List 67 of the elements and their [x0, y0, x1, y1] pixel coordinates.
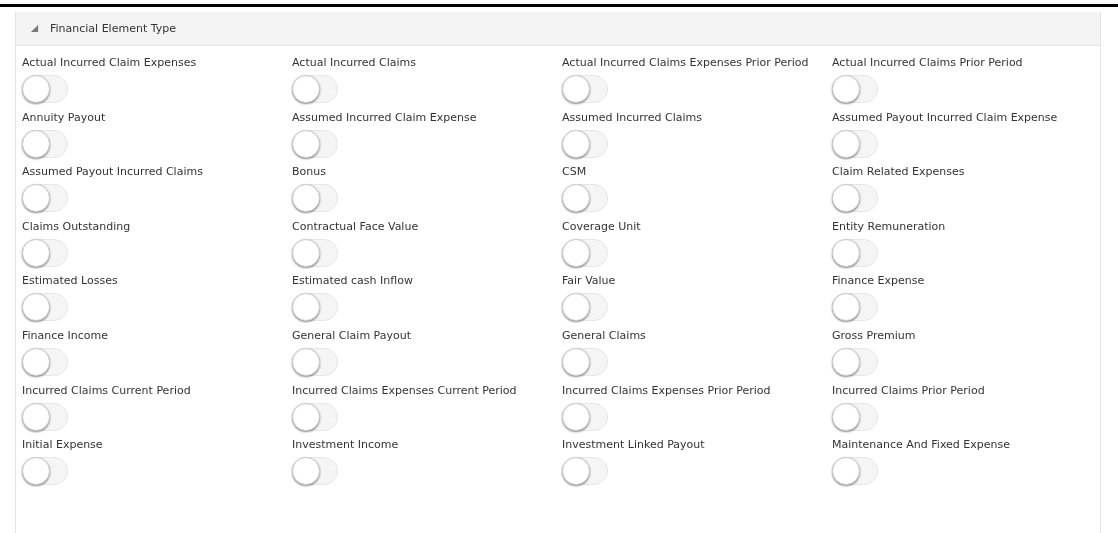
- switch-label: Contractual Face Value: [292, 219, 419, 234]
- collapse-icon[interactable]: [30, 24, 39, 33]
- toggle-switch[interactable]: [292, 402, 338, 431]
- toggle-switch[interactable]: [562, 129, 608, 158]
- toggle-switch[interactable]: [22, 402, 68, 431]
- switch-label: Actual Incurred Claim Expenses: [22, 56, 197, 70]
- toggle-switch[interactable]: [832, 75, 878, 103]
- toggle-switch[interactable]: [22, 184, 68, 213]
- switch-label: Finance Expense: [832, 274, 925, 289]
- toggle-switch[interactable]: [292, 293, 338, 322]
- toggle-switch[interactable]: [292, 129, 338, 158]
- section-header[interactable]: Financial Element Type: [16, 12, 1100, 46]
- toggle-switch[interactable]: [562, 293, 608, 322]
- toggle-switch[interactable]: [292, 457, 338, 486]
- switch-label: Actual Incurred Claims Expenses Prior Period: [562, 56, 809, 70]
- toggle-switch[interactable]: [832, 184, 878, 213]
- switch-label: Entity Remuneration: [832, 219, 946, 234]
- toggle-switch[interactable]: [562, 457, 608, 486]
- toggle-switch[interactable]: [292, 184, 338, 213]
- switch-label: Incurred Claims Prior Period: [832, 383, 985, 398]
- section-title: Financial Element Type: [50, 22, 176, 35]
- switch-label: Estimated cash Inflow: [292, 274, 413, 289]
- toggle-switch[interactable]: [292, 347, 338, 376]
- toggle-switch[interactable]: [562, 347, 608, 376]
- switch-label: Assumed Payout Incurred Claims: [22, 165, 203, 180]
- switch-label: Incurred Claims Expenses Current Period: [292, 383, 517, 398]
- toggle-switch[interactable]: [292, 238, 338, 267]
- switch-label: Investment Income: [292, 438, 399, 453]
- toggle-switch[interactable]: [562, 184, 608, 213]
- toggle-switch[interactable]: [832, 293, 878, 322]
- toggle-switch[interactable]: [832, 347, 878, 376]
- switch-label: Initial Expense: [22, 438, 103, 453]
- switch-label: Gross Premium: [832, 328, 916, 343]
- switch-label: Incurred Claims Current Period: [22, 383, 191, 398]
- toggle-switch[interactable]: [292, 75, 338, 103]
- toggle-switch[interactable]: [832, 457, 878, 486]
- switch-label: Estimated Losses: [22, 274, 118, 289]
- switch-label: CSM: [562, 165, 587, 180]
- toggle-switch[interactable]: [22, 293, 68, 322]
- switch-label: Investment Linked Payout: [562, 438, 705, 453]
- switch-label: Bonus: [292, 165, 326, 180]
- switch-label: Actual Incurred Claims: [292, 56, 417, 70]
- switch-label: Incurred Claims Expenses Prior Period: [562, 383, 771, 398]
- switch-label: Fair Value: [562, 274, 616, 289]
- switch-label: General Claim Payout: [292, 328, 411, 343]
- toggle-switch[interactable]: [562, 402, 608, 431]
- switch-label: Assumed Incurred Claims: [562, 110, 702, 125]
- switch-label: Assumed Payout Incurred Claim Expense: [832, 110, 1058, 125]
- toggle-switch[interactable]: [22, 457, 68, 486]
- switch-label: Finance Income: [22, 328, 109, 343]
- toggle-switch[interactable]: [562, 75, 608, 103]
- switch-label: Annuity Payout: [22, 110, 106, 125]
- switch-label: Coverage Unit: [562, 219, 641, 234]
- toggle-switch[interactable]: [562, 238, 608, 267]
- switch-label: General Claims: [562, 328, 646, 343]
- switch-label: Claim Related Expenses: [832, 165, 965, 180]
- toggle-switch[interactable]: [832, 238, 878, 267]
- switch-label: Claims Outstanding: [22, 219, 131, 234]
- toggle-switch[interactable]: [832, 402, 878, 431]
- toggle-switch[interactable]: [22, 75, 68, 103]
- toggle-switch[interactable]: [22, 347, 68, 376]
- switch-label: Actual Incurred Claims Prior Period: [832, 56, 1023, 70]
- toggle-switch[interactable]: [22, 238, 68, 267]
- switch-label: Maintenance And Fixed Expense: [832, 438, 1010, 453]
- switch-label: Assumed Incurred Claim Expense: [292, 110, 477, 125]
- toggle-switch[interactable]: [22, 129, 68, 158]
- toggle-switch[interactable]: [832, 129, 878, 158]
